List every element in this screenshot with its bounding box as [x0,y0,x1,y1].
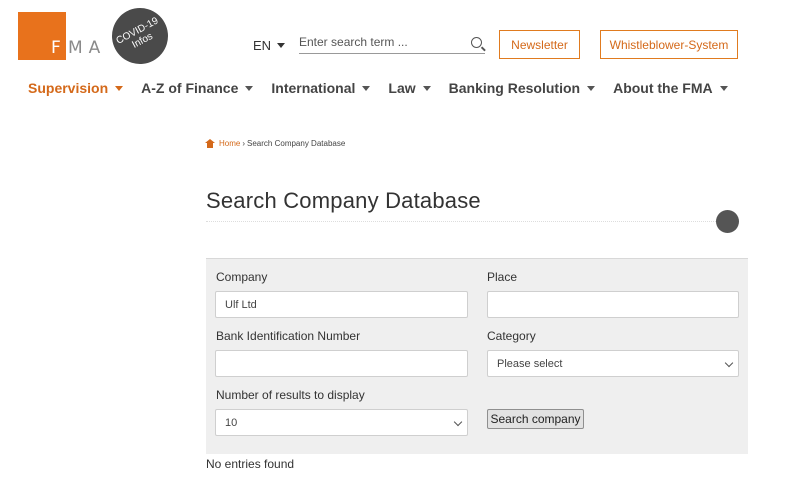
caret-down-icon [362,85,371,91]
circle-icon[interactable] [716,210,739,233]
company-field-wrap [215,291,468,318]
nav-item-label: Law [388,80,416,96]
title-divider [206,221,726,222]
language-label: EN [253,38,272,53]
bin-field-wrap [215,350,468,377]
caret-down-icon [719,85,728,91]
fma-logo[interactable]: F MA [18,12,108,60]
covid-info-badge[interactable]: COVID-19 Infos [102,0,178,74]
language-selector[interactable]: EN [253,38,286,53]
nav-item-banking-resolution[interactable]: Banking Resolution [448,80,596,96]
breadcrumb: Home › Search Company Database [205,139,345,148]
company-input[interactable] [225,298,458,311]
nav-item-a-z-of-finance[interactable]: A-Z of Finance [141,80,254,96]
home-icon [205,139,215,148]
nav-item-label: About the FMA [613,80,713,96]
nav-item-label: Banking Resolution [448,80,581,96]
breadcrumb-separator: › [242,139,246,148]
search-input[interactable] [299,32,459,52]
nav-item-label: A-Z of Finance [141,80,239,96]
chevron-down-icon [453,417,463,427]
place-label: Place [487,270,518,284]
logo-text: F MA [51,38,107,58]
search-icon[interactable] [471,37,482,48]
breadcrumb-current: Search Company Database [247,139,346,148]
nav-item-label: International [271,80,356,96]
nav-item-law[interactable]: Law [388,80,431,96]
nav-item-supervision[interactable]: Supervision [28,80,124,96]
caret-down-icon [277,43,286,48]
results-count-select[interactable]: 10 [215,409,468,436]
category-select[interactable]: Please select [487,350,739,377]
place-field-wrap [487,291,739,318]
main-navigation: Supervision A-Z of Finance International… [28,80,746,96]
caret-down-icon [245,85,254,91]
caret-down-icon [115,85,124,91]
header-search [299,32,485,54]
place-input[interactable] [497,298,729,311]
results-count-label: Number of results to display [216,388,365,402]
page-title: Search Company Database [206,188,481,213]
category-label: Category [487,329,536,343]
bank-identification-number-input[interactable] [225,357,458,370]
category-selected-value: Please select [497,357,563,370]
caret-down-icon [587,85,596,91]
newsletter-button[interactable]: Newsletter [499,30,580,59]
search-company-button[interactable]: Search company [487,409,584,429]
breadcrumb-home-link[interactable]: Home [219,139,240,148]
whistleblower-system-button[interactable]: Whistleblower-System [600,30,738,59]
nav-item-about-the-fma[interactable]: About the FMA [613,80,728,96]
nav-item-international[interactable]: International [271,80,371,96]
caret-down-icon [422,85,431,91]
no-results-message: No entries found [206,457,295,471]
chevron-down-icon [724,358,734,368]
company-search-form: Company Place Bank Identification Number… [206,258,748,454]
bank-identification-number-label: Bank Identification Number [216,329,361,343]
nav-item-label: Supervision [28,80,109,96]
results-count-selected-value: 10 [225,416,238,429]
company-label: Company [216,270,268,284]
